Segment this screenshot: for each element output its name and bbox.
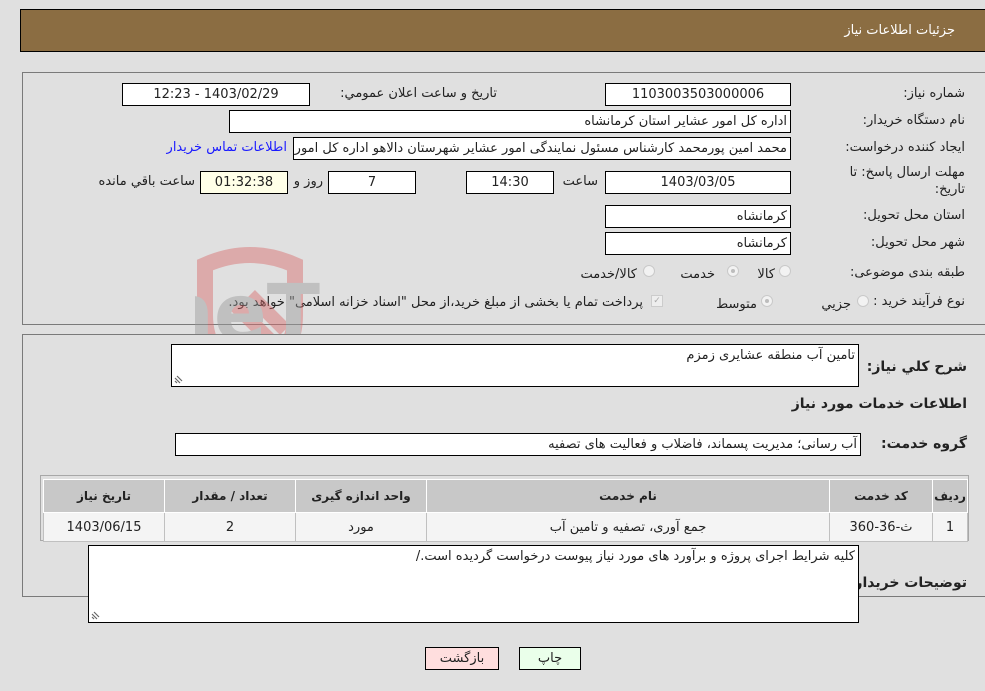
page-header: جزئيات اطلاعات نياز bbox=[20, 9, 985, 52]
description-text: تامین آب منطقه عشایری زمزم bbox=[686, 348, 855, 363]
category-label: طبقه بندی موضوعی: bbox=[849, 265, 965, 280]
col-service-code: کد خدمت bbox=[829, 479, 933, 513]
category-option-goods: کالا bbox=[757, 267, 775, 282]
service-group-label: گروه خدمت: bbox=[881, 436, 967, 452]
need-number-label: شماره نياز: bbox=[903, 86, 965, 101]
category-radio-goods[interactable] bbox=[779, 265, 791, 277]
process-label: نوع فرآيند خريد : bbox=[873, 294, 965, 309]
creator-label: ايجاد کننده درخواست: bbox=[845, 140, 965, 155]
need-details-panel: شماره نياز: 1103003503000006 تاريخ و ساع… bbox=[22, 72, 985, 325]
deadline-date-field: 1403/03/05 bbox=[605, 171, 791, 194]
cell-quantity: 2 bbox=[164, 512, 296, 542]
services-table-frame: رديف کد خدمت نام خدمت واحد اندازه گيری ت… bbox=[40, 475, 969, 542]
province-field: کرمانشاه bbox=[605, 205, 791, 228]
process-option-minor: جزيي bbox=[821, 297, 851, 312]
services-table: رديف کد خدمت نام خدمت واحد اندازه گيری ت… bbox=[43, 479, 968, 542]
col-quantity: تعداد / مقدار bbox=[164, 479, 296, 513]
buyer-org-label: نام دستگاه خريدار: bbox=[862, 113, 965, 128]
description-label: شرح كلي نياز: bbox=[866, 359, 967, 375]
category-radio-goods-service[interactable] bbox=[643, 265, 655, 277]
print-button[interactable]: چاپ bbox=[519, 647, 581, 670]
resize-grip-icon[interactable] bbox=[91, 610, 101, 620]
services-section-title: اطلاعات خدمات مورد نياز bbox=[791, 396, 967, 412]
cell-row-number: 1 bbox=[932, 512, 968, 542]
page-title: جزئيات اطلاعات نياز bbox=[844, 23, 955, 38]
buyer-contact-link[interactable]: اطلاعات تماس خريدار bbox=[167, 140, 287, 155]
city-label: شهر محل تحويل: bbox=[870, 235, 965, 250]
col-unit: واحد اندازه گيری bbox=[295, 479, 427, 513]
col-service-name: نام خدمت bbox=[426, 479, 830, 513]
deadline-time-label: ساعت bbox=[562, 174, 598, 189]
province-label: استان محل تحويل: bbox=[863, 208, 965, 223]
treasury-checkbox[interactable]: ✓ bbox=[651, 295, 663, 307]
buyer-org-field: اداره کل امور عشایر استان کرمانشاه bbox=[229, 110, 791, 133]
time-remaining-field: 01:32:38 bbox=[200, 171, 288, 194]
buyer-notes-textarea[interactable]: کلیه شرایط اجرای پروژه و برآورد های مورد… bbox=[88, 545, 859, 623]
category-option-service: خدمت bbox=[680, 267, 715, 282]
description-textarea[interactable]: تامین آب منطقه عشایری زمزم bbox=[171, 344, 859, 387]
table-header-row: رديف کد خدمت نام خدمت واحد اندازه گيری ت… bbox=[43, 479, 968, 513]
cell-service-code: ث-36-360 bbox=[829, 512, 933, 542]
category-option-goods-service: کالا/خدمت bbox=[580, 267, 637, 282]
category-radio-service[interactable] bbox=[727, 265, 739, 277]
announce-label: تاريخ و ساعت اعلان عمومي: bbox=[340, 86, 497, 101]
deadline-label: مهلت ارسال پاسخ: تا تاريخ: bbox=[849, 165, 965, 197]
cell-service-name: جمع آوری، تصفیه و تامین آب bbox=[426, 512, 830, 542]
creator-field: محمد امین پورمحمد کارشناس مسئول نمایندگی… bbox=[293, 137, 791, 160]
time-remaining-label: ساعت باقي مانده bbox=[98, 174, 195, 189]
buyer-notes-label: توضيحات خريدار: bbox=[848, 575, 967, 591]
col-need-date: تاريخ نياز bbox=[43, 479, 165, 513]
cell-need-date: 1403/06/15 bbox=[43, 512, 165, 542]
city-field: کرمانشاه bbox=[605, 232, 791, 255]
resize-grip-icon[interactable] bbox=[174, 374, 184, 384]
process-radio-medium[interactable] bbox=[761, 295, 773, 307]
service-group-field: آب رسانی؛ مدیریت پسماند، فاضلاب و فعالیت… bbox=[175, 433, 861, 456]
buyer-notes-text: کلیه شرایط اجرای پروژه و برآورد های مورد… bbox=[415, 549, 855, 564]
services-panel: شرح كلي نياز: تامین آب منطقه عشایری زمزم… bbox=[22, 334, 985, 623]
process-option-medium: متوسط bbox=[716, 297, 757, 312]
days-remaining-field: 7 bbox=[328, 171, 416, 194]
table-row: 1 ث-36-360 جمع آوری، تصفیه و تامین آب مو… bbox=[43, 512, 968, 542]
deadline-time-field: 14:30 bbox=[466, 171, 554, 194]
announce-datetime-field: 1403/02/29 - 12:23 bbox=[122, 83, 310, 106]
col-row-number: رديف bbox=[932, 479, 968, 513]
treasury-note: پرداخت تمام یا بخشی از مبلغ خرید،از محل … bbox=[228, 295, 643, 310]
process-radio-minor[interactable] bbox=[857, 295, 869, 307]
days-label: روز و bbox=[293, 174, 323, 189]
need-number-field: 1103003503000006 bbox=[605, 83, 791, 106]
cell-unit: مورد bbox=[295, 512, 427, 542]
back-button[interactable]: بازگشت bbox=[425, 647, 499, 670]
